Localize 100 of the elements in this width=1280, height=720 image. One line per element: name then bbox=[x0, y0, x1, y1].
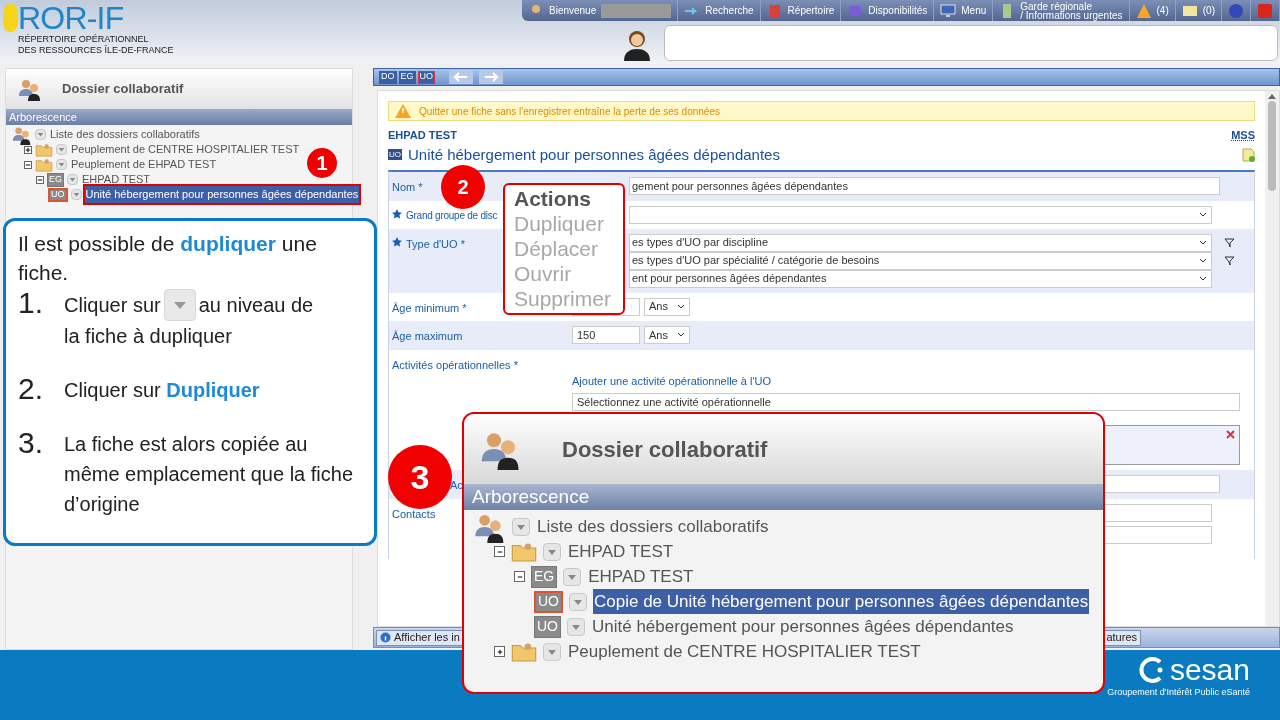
tree-item[interactable]: Peuplement de CENTRE HOSPITALIER TEST bbox=[567, 638, 922, 665]
tree-item[interactable]: Peuplement de CENTRE HOSPITALIER TEST bbox=[70, 141, 301, 158]
warning-banner: Quitter une fiche sans l'enregistrer entraîne la perte de ses données bbox=[388, 101, 1255, 121]
field-label: Type d'UO * bbox=[406, 236, 465, 252]
step-text: Cliquer sur bbox=[64, 293, 161, 318]
step-text: Cliquer sur Dupliquer bbox=[64, 379, 260, 401]
bar-button[interactable]: Afficher les in bbox=[376, 629, 464, 646]
step-number: 3. bbox=[18, 427, 45, 461]
tree-item[interactable]: EHPAD TEST bbox=[587, 563, 695, 590]
text-field[interactable]: gement pour personnes âgées dépendantes bbox=[629, 177, 1220, 195]
panel-title: Dossier collaboratif bbox=[62, 80, 184, 99]
number-field[interactable]: 150 bbox=[572, 326, 640, 344]
nav-item[interactable]: Menu bbox=[934, 0, 994, 21]
chevron-icon bbox=[677, 303, 685, 310]
activity-field[interactable]: Sélectionnez une activité opérationnelle bbox=[572, 393, 1240, 411]
tree-item[interactable]: Unité hébergement pour personnes âgées dépendantes bbox=[84, 186, 360, 203]
footer-logo: sesan bbox=[1169, 654, 1250, 686]
tree-item[interactable]: EHPAD TEST bbox=[81, 171, 152, 188]
dropdown-icon[interactable] bbox=[56, 144, 67, 155]
breadcrumb-tab[interactable]: DO bbox=[379, 70, 397, 84]
expand-icon[interactable] bbox=[24, 145, 32, 154]
step-text: au niveau de bbox=[198, 293, 314, 318]
field-label: Activités opérationnelles * bbox=[392, 357, 518, 373]
expand-icon[interactable] bbox=[494, 646, 505, 657]
field-label: Nom * bbox=[392, 180, 423, 195]
chevron-icon bbox=[1199, 239, 1207, 246]
warning-icon bbox=[1135, 2, 1152, 19]
collapse-icon[interactable] bbox=[24, 160, 32, 169]
unit-select[interactable]: Ans bbox=[644, 326, 690, 344]
dropdown-icon[interactable] bbox=[563, 567, 582, 586]
unit-badge: UO bbox=[48, 187, 68, 202]
page-title: Unité hébergement pour personnes âgées dépendantes bbox=[408, 144, 780, 165]
tree-item[interactable]: Peuplement de EHPAD TEST bbox=[70, 156, 218, 173]
nav-item[interactable]: Recherche bbox=[678, 0, 761, 21]
dropdown-icon[interactable] bbox=[35, 129, 46, 140]
scroll-up-icon[interactable] bbox=[1268, 93, 1276, 99]
panel-title: Dossier collaboratif bbox=[562, 435, 768, 464]
section-header: Arborescence bbox=[6, 109, 352, 125]
filter-icon[interactable] bbox=[1224, 237, 1235, 248]
select-field[interactable] bbox=[629, 205, 1212, 224]
select-field[interactable]: es types d'UO par discipline bbox=[629, 233, 1212, 252]
document-add-icon[interactable] bbox=[1242, 147, 1255, 162]
tree-item[interactable]: Copie de Unité hébergement pour personnes âgées dépendantes bbox=[593, 588, 1090, 615]
dropdown-icon[interactable] bbox=[567, 617, 585, 636]
step-number: 1. bbox=[18, 287, 45, 321]
help-icon bbox=[1228, 2, 1244, 19]
unit-select[interactable]: Ans bbox=[644, 297, 690, 316]
collapse-icon[interactable] bbox=[514, 571, 525, 582]
field-label: Grand groupe de disc bbox=[406, 208, 498, 223]
tree-item[interactable]: Unité hébergement pour personnes âgées dépendantes bbox=[591, 613, 1015, 640]
footer-tagline: Groupement d'Intérêt Public eSanté bbox=[1107, 686, 1250, 699]
filter-icon[interactable] bbox=[1224, 255, 1235, 266]
dropdown-icon[interactable] bbox=[56, 159, 67, 170]
field-label: Âge maximum bbox=[392, 329, 463, 344]
section-header: Arborescence bbox=[464, 484, 1103, 510]
tree-item[interactable]: Liste des dossiers collaboratifs bbox=[49, 126, 201, 143]
dropdown-icon[interactable] bbox=[569, 592, 587, 611]
field-label: Ac bbox=[450, 478, 463, 493]
nav-item[interactable]: Répertoire bbox=[760, 0, 842, 21]
field-label: Âge minimum * bbox=[392, 300, 467, 316]
logo-subtitle: RÉPERTOIRE OPÉRATIONNEL bbox=[18, 34, 150, 45]
collapse-icon[interactable] bbox=[36, 175, 44, 184]
close-icon[interactable] bbox=[1226, 430, 1235, 439]
dropdown-icon[interactable] bbox=[543, 542, 561, 561]
bar-button[interactable]: atures bbox=[1102, 629, 1141, 646]
nav-item[interactable]: (0) bbox=[1175, 0, 1222, 21]
tree-item[interactable]: Liste des dossiers collaboratifs bbox=[536, 513, 770, 540]
mss-link[interactable]: MSS bbox=[1231, 127, 1255, 144]
chevron-icon bbox=[1199, 257, 1207, 264]
people-icon bbox=[18, 77, 42, 101]
scroll-thumb[interactable] bbox=[1268, 101, 1276, 191]
nav-item[interactable]: Disponibilités bbox=[841, 0, 935, 21]
logo-subtitle: DES RESSOURCES ÎLE-DE-FRANCE bbox=[18, 45, 175, 56]
power-icon bbox=[1257, 2, 1273, 19]
add-activity-link[interactable]: Ajouter une activité opérationnelle à l'UO bbox=[572, 372, 1240, 389]
menu-title: Actions bbox=[514, 186, 592, 211]
dropdown-icon bbox=[163, 289, 196, 321]
chevron-icon bbox=[677, 332, 685, 338]
breadcrumb-tab[interactable]: UO bbox=[417, 70, 435, 84]
name-placeholder bbox=[601, 3, 672, 18]
parent-name: EHPAD TEST bbox=[388, 128, 457, 143]
logo-shape bbox=[3, 4, 18, 32]
step-text: la fiche à dupliquer bbox=[64, 324, 233, 349]
intro-text: Il est possible de dupliquer une fiche. bbox=[18, 231, 318, 286]
dropdown-icon[interactable] bbox=[512, 517, 530, 536]
step-text: La fiche est alors copiée au même emplacement que la fiche d’origine bbox=[64, 433, 354, 515]
nav-item[interactable]: (4) bbox=[1129, 0, 1176, 21]
step-number: 2. bbox=[18, 373, 45, 405]
dropdown-icon[interactable] bbox=[70, 189, 82, 200]
dropdown-icon[interactable] bbox=[67, 174, 78, 185]
unit-badge: EG bbox=[531, 565, 558, 588]
unit-badge: UO bbox=[534, 590, 563, 613]
collapse-icon[interactable] bbox=[494, 546, 505, 557]
field-label: Contacts bbox=[392, 506, 436, 522]
scrollbar[interactable] bbox=[1265, 91, 1279, 626]
dropdown-icon[interactable] bbox=[543, 642, 561, 661]
tree-item[interactable]: EHPAD TEST bbox=[567, 538, 675, 565]
breadcrumb-tab[interactable]: EG bbox=[398, 70, 416, 84]
nav-item[interactable]: Bienvenue bbox=[522, 0, 679, 21]
nav-item[interactable]: Garde régionale / Informations urgentes bbox=[993, 0, 1130, 21]
